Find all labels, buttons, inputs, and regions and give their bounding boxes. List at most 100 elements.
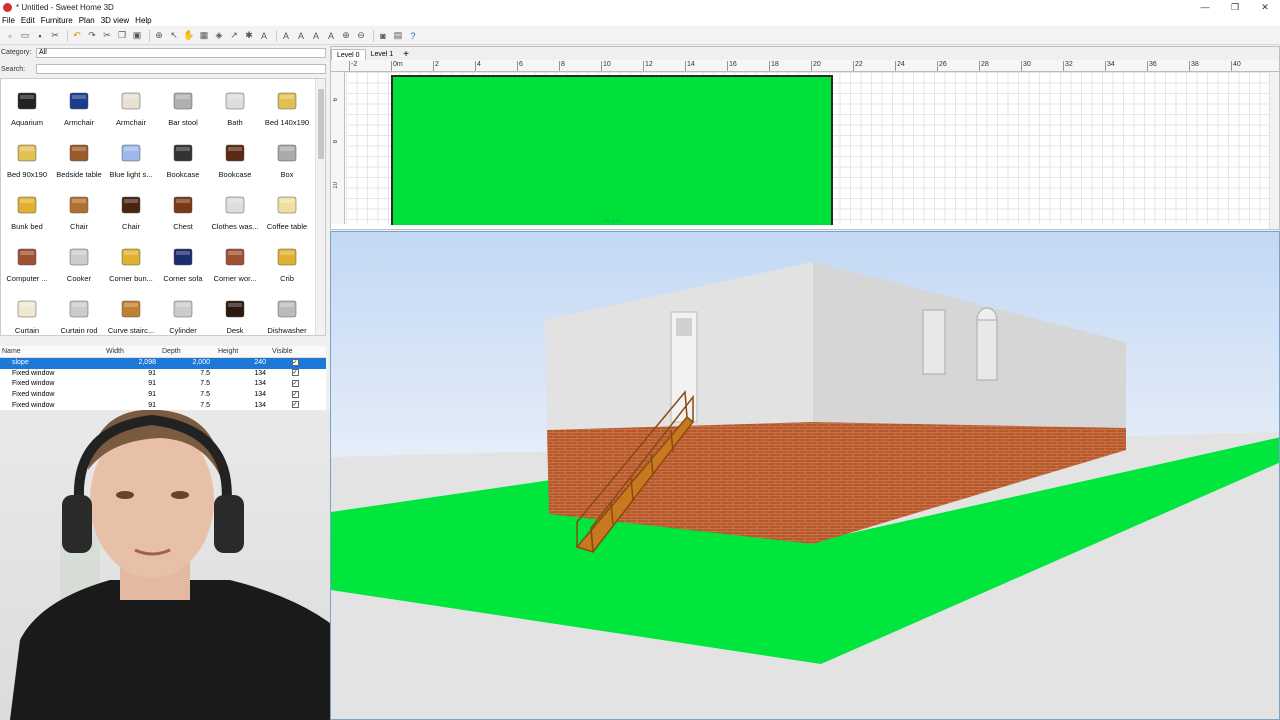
category-select[interactable]: All bbox=[36, 48, 326, 58]
paste-icon[interactable]: ▣ bbox=[131, 30, 143, 42]
catalog-item[interactable]: Aquarium bbox=[1, 79, 53, 131]
catalog-item[interactable]: Curtain rod bbox=[53, 287, 105, 335]
redo-icon[interactable]: ↷ bbox=[86, 30, 98, 42]
catalog-item[interactable]: Corner wor... bbox=[209, 235, 261, 287]
catalog-item[interactable]: Chest bbox=[157, 183, 209, 235]
catalog-scroll-thumb[interactable] bbox=[318, 89, 324, 159]
catalog-item[interactable]: Desk bbox=[209, 287, 261, 335]
add-level-button[interactable]: + bbox=[398, 49, 414, 60]
catalog-item[interactable]: Bookcase bbox=[209, 131, 261, 183]
catalog-item[interactable]: Cooker bbox=[53, 235, 105, 287]
catalog-item[interactable]: Blue light s... bbox=[105, 131, 157, 183]
catalog-item[interactable]: Bath bbox=[209, 79, 261, 131]
preferences-icon[interactable]: ✂ bbox=[49, 30, 61, 42]
copy-icon[interactable]: ❐ bbox=[116, 30, 128, 42]
create-rooms-icon[interactable]: ◈ bbox=[213, 30, 225, 42]
column-visible[interactable]: Visible bbox=[270, 346, 320, 357]
help-icon[interactable]: ? bbox=[407, 30, 419, 42]
text-style-icon[interactable]: A bbox=[280, 30, 292, 42]
catalog-item-label: Box bbox=[280, 170, 294, 179]
catalog-item[interactable]: Computer ... bbox=[1, 235, 53, 287]
open-icon[interactable]: ▭ bbox=[19, 30, 31, 42]
catalog-item[interactable]: Cylinder bbox=[157, 287, 209, 335]
tab-level-0[interactable]: Level 0 bbox=[331, 49, 366, 60]
catalog-item[interactable]: Bed 140x190 bbox=[261, 79, 313, 131]
menu-help[interactable]: Help bbox=[135, 16, 151, 25]
catalog-item[interactable]: Coffee table bbox=[261, 183, 313, 235]
bookcase-icon bbox=[221, 138, 249, 166]
column-name[interactable]: Name bbox=[0, 346, 104, 357]
catalog-item[interactable]: Chair bbox=[53, 183, 105, 235]
column-height[interactable]: Height bbox=[216, 346, 270, 357]
visible-checkbox[interactable]: ✓ bbox=[291, 401, 299, 409]
add-text-icon[interactable]: A bbox=[258, 30, 270, 42]
ruler-x-label: 36 bbox=[1147, 61, 1157, 71]
3d-view[interactable] bbox=[330, 231, 1280, 720]
text-style-icon-4[interactable]: A bbox=[325, 30, 337, 42]
catalog-item[interactable]: Bookcase bbox=[157, 131, 209, 183]
menu-plan[interactable]: Plan bbox=[79, 16, 95, 25]
table-row[interactable]: Fixed window 91 7.5 134 ✓ bbox=[0, 390, 326, 401]
catalog-item[interactable]: Bed 90x190 bbox=[1, 131, 53, 183]
catalog-item[interactable]: Curve stairc... bbox=[105, 287, 157, 335]
catalog-item-label: Armchair bbox=[115, 118, 146, 127]
photo-icon[interactable]: ◙ bbox=[377, 30, 389, 42]
new-icon[interactable]: ▫ bbox=[4, 30, 16, 42]
menu-file[interactable]: File bbox=[2, 16, 15, 25]
menu-furniture[interactable]: Furniture bbox=[41, 16, 73, 25]
cell-name: slope bbox=[12, 359, 29, 366]
visible-checkbox[interactable]: ✓ bbox=[291, 380, 299, 388]
zoom-out-icon[interactable]: ⊖ bbox=[355, 30, 367, 42]
pan-icon[interactable]: ✋ bbox=[183, 30, 195, 42]
column-width[interactable]: Width bbox=[104, 346, 160, 357]
table-row[interactable]: Fixed window 91 7.5 134 ✓ bbox=[0, 369, 326, 380]
menu-3d-view[interactable]: 3D view bbox=[101, 16, 129, 25]
catalog-item[interactable]: Dishwasher bbox=[261, 287, 313, 335]
zoom-in-icon[interactable]: ⊕ bbox=[340, 30, 352, 42]
table-row[interactable]: slope 2,098 2,000 240 ✓ bbox=[0, 358, 326, 369]
plan-view[interactable]: Level 0 Level 1 + -2 0m 2 4 6 8 10 12 14 16 18 20 22… bbox=[330, 46, 1280, 230]
dishwasher-icon bbox=[273, 294, 301, 322]
text-style-icon-3[interactable]: A bbox=[310, 30, 322, 42]
catalog-item[interactable]: Bunk bed bbox=[1, 183, 53, 235]
undo-icon[interactable]: ↶ bbox=[71, 30, 83, 42]
text-style-icon-2[interactable]: A bbox=[295, 30, 307, 42]
save-icon[interactable]: ▪ bbox=[34, 30, 46, 42]
column-depth[interactable]: Depth bbox=[160, 346, 216, 357]
catalog-item[interactable]: Bar stool bbox=[157, 79, 209, 131]
catalog-item[interactable]: Bedside table bbox=[53, 131, 105, 183]
visible-checkbox[interactable]: ✓ bbox=[291, 369, 299, 377]
catalog-item[interactable]: Corner sofa bbox=[157, 235, 209, 287]
create-polylines-icon[interactable]: ↗ bbox=[228, 30, 240, 42]
catalog-item[interactable]: Crib bbox=[261, 235, 313, 287]
create-dimensions-icon[interactable]: ✱ bbox=[243, 30, 255, 42]
catalog-item[interactable]: Clothes was... bbox=[209, 183, 261, 235]
plan-scrollbar[interactable] bbox=[1269, 72, 1279, 229]
catalog-item[interactable]: Corner bun... bbox=[105, 235, 157, 287]
box-icon bbox=[273, 138, 301, 166]
search-input[interactable] bbox=[36, 64, 326, 74]
create-walls-icon[interactable]: ▦ bbox=[198, 30, 210, 42]
bed-icon bbox=[13, 138, 41, 166]
plan-room[interactable]: 131.82 m² bbox=[391, 75, 833, 225]
select-icon[interactable]: ↖ bbox=[168, 30, 180, 42]
menu-edit[interactable]: Edit bbox=[21, 16, 35, 25]
maximize-button[interactable]: ❐ bbox=[1220, 2, 1250, 13]
catalog-item[interactable]: Armchair bbox=[105, 79, 157, 131]
catalog-item[interactable]: Chair bbox=[105, 183, 157, 235]
visible-checkbox[interactable]: ✓ bbox=[291, 358, 299, 366]
add-furniture-icon[interactable]: ⊕ bbox=[153, 30, 165, 42]
catalog-item[interactable]: Box bbox=[261, 131, 313, 183]
visible-checkbox[interactable]: ✓ bbox=[291, 390, 299, 398]
table-row[interactable]: Fixed window 91 7.5 134 ✓ bbox=[0, 379, 326, 390]
minimize-button[interactable]: — bbox=[1190, 2, 1220, 13]
tab-level-1[interactable]: Level 1 bbox=[366, 49, 399, 60]
catalog-item[interactable]: Armchair bbox=[53, 79, 105, 131]
video-icon[interactable]: ▤ bbox=[392, 30, 404, 42]
close-button[interactable]: ✕ bbox=[1250, 2, 1280, 13]
catalog-scrollbar[interactable] bbox=[315, 79, 325, 335]
3d-scene[interactable] bbox=[331, 232, 1280, 720]
catalog-item[interactable]: Curtain bbox=[1, 287, 53, 335]
ruler-x-label: 26 bbox=[937, 61, 947, 71]
cut-icon[interactable]: ✂ bbox=[101, 30, 113, 42]
